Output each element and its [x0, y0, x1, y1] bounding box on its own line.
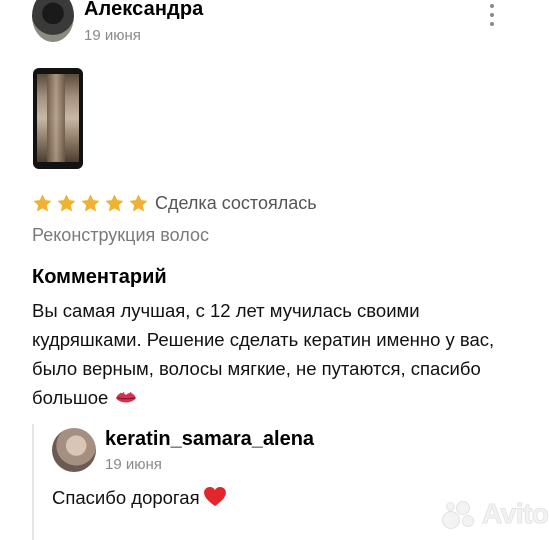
- avito-logo-icon: [440, 499, 478, 529]
- reply-divider: [32, 424, 34, 540]
- reply-text: Спасибо дорогая: [52, 487, 200, 508]
- seller-avatar[interactable]: [52, 428, 96, 472]
- red-heart-icon: [203, 487, 226, 507]
- star-icon: [81, 194, 100, 212]
- service-name: Реконструкция волос: [32, 225, 209, 245]
- comment-text-block: Вы самая лучшая, с 12 лет мучилась своим…: [32, 296, 502, 412]
- avito-watermark: Avito: [440, 498, 549, 530]
- star-icon: [33, 194, 52, 212]
- rating-stars: [32, 193, 149, 214]
- author-avatar[interactable]: [32, 0, 74, 42]
- star-icon: [57, 194, 76, 212]
- kiss-lips-icon: [116, 391, 137, 403]
- star-icon: [129, 194, 148, 212]
- seller-name[interactable]: keratin_samara_alena: [105, 428, 314, 451]
- comment-heading: Комментарий: [32, 266, 167, 288]
- hair-image: [47, 74, 65, 162]
- reply-date: 19 июня: [105, 456, 162, 473]
- reply-text-block: Спасибо дорогая: [52, 487, 226, 509]
- review-photo-thumbnail[interactable]: [33, 68, 83, 169]
- review-date: 19 июня: [84, 27, 141, 44]
- deal-status: Сделка состоялась: [155, 193, 317, 213]
- comment-text: Вы самая лучшая, с 12 лет мучилась своим…: [32, 300, 495, 408]
- more-options-icon[interactable]: [486, 4, 498, 26]
- star-icon: [105, 194, 124, 212]
- watermark-text: Avito: [481, 498, 549, 530]
- review-author-name[interactable]: Александра: [84, 0, 203, 21]
